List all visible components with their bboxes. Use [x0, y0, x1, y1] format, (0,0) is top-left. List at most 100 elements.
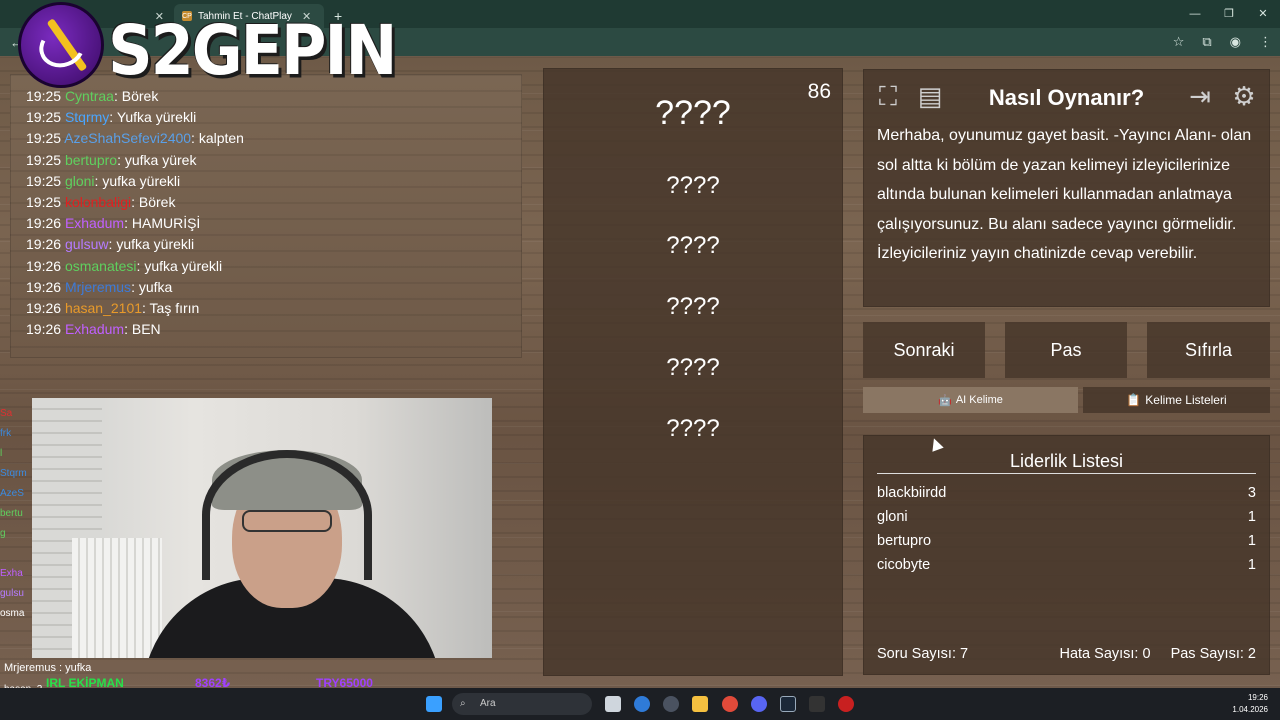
- radiator: [72, 538, 162, 658]
- pass-count: Pas Sayısı: 2: [1170, 646, 1256, 662]
- clock-date: 1.04.2026: [1232, 705, 1268, 714]
- overlay-chat-entry: Sa: [0, 408, 13, 419]
- star-icon[interactable]: ☆: [1173, 34, 1185, 50]
- taskbar-clock[interactable]: 19:26 1.04.2026: [1232, 692, 1268, 716]
- chat-text: yufka yürek: [124, 151, 197, 168]
- chat-separator: :: [131, 193, 139, 210]
- main-hidden-word: ????: [655, 94, 731, 132]
- app-icon[interactable]: [634, 696, 650, 712]
- chat-time: 19:25: [26, 193, 62, 210]
- chat-message: 19:25 bertupro: yufka yürek: [26, 150, 244, 171]
- list-icon: 📋: [1126, 393, 1142, 407]
- word-lists-button[interactable]: 📋 Kelime Listeleri: [1083, 387, 1270, 413]
- player-score: 3: [1247, 485, 1256, 501]
- extensions-icon[interactable]: ⧉: [1202, 34, 1211, 50]
- gear-icon[interactable]: ⚙: [1227, 79, 1261, 113]
- leaderboard-row: blackbiirdd 3: [877, 485, 1256, 501]
- chat-text: kalpten: [198, 130, 244, 147]
- overlay-chat-entry: g: [0, 528, 6, 539]
- overlay-bottom: Mrjeremus : yufka hasan_2 IRL EKİPMAN 83…: [0, 662, 400, 695]
- chat-separator: :: [124, 215, 132, 232]
- chat-time: 19:25: [26, 88, 62, 104]
- chat-panel: 19:25 Cyntraa: Börek 19:25 Stqrmy: Yufka …: [10, 74, 522, 358]
- file-explorer-icon[interactable]: [692, 696, 708, 712]
- chat-message: 19:25 Stqrmy: Yufka yürekli: [26, 107, 244, 128]
- glasses: [242, 510, 332, 532]
- overlay-chat-entry: gulsu: [0, 588, 24, 599]
- chat-username[interactable]: gulsuw: [65, 236, 109, 252]
- chat-username[interactable]: Exhadum: [65, 215, 124, 231]
- leaderboard-title: Liderlik Listesi: [1009, 451, 1124, 471]
- how-to-play-panel: ⛶ ▤ Nasıl Oynanır? ⇥ ⚙ Merhaba, oyunumuz…: [863, 69, 1270, 307]
- chat-text: BEN: [131, 321, 161, 338]
- chat-username[interactable]: Stqrmy: [65, 109, 109, 125]
- overlay-chat-entry: l: [0, 448, 3, 459]
- taskbar-search[interactable]: ⌕ Ara: [452, 693, 592, 715]
- streamer-logo-badge: [18, 2, 104, 88]
- overlay-chat-entry: [0, 548, 32, 568]
- leaderboard-row: gloni 1: [877, 509, 1256, 525]
- pass-button[interactable]: Pas: [1005, 322, 1127, 378]
- search-icon: ⌕: [460, 698, 466, 709]
- windows-start-icon[interactable]: [426, 696, 442, 712]
- chat-separator: :: [191, 130, 199, 147]
- chat-separator: :: [131, 278, 139, 295]
- chat-separator: :: [109, 109, 117, 126]
- chat-time: 19:25: [26, 109, 62, 126]
- streamer-logo-text: S2GEPIN: [108, 10, 397, 91]
- window-controls: — ❐ ✕: [1178, 0, 1280, 28]
- chat-time: 19:25: [26, 151, 62, 168]
- chat-username[interactable]: hasan_2101: [65, 300, 142, 316]
- chat-time: 19:26: [26, 299, 62, 316]
- chrome-icon[interactable]: [722, 696, 738, 712]
- chat-username[interactable]: Cyntraa: [65, 88, 114, 104]
- reset-button[interactable]: Sıfırla: [1147, 322, 1270, 378]
- chat-username[interactable]: Mrjeremus: [65, 279, 131, 295]
- game-stats: Soru Sayısı: 7 Hata Sayısı: 0 Pas Sayısı…: [877, 646, 1256, 662]
- forbidden-word: ????: [666, 415, 720, 442]
- maximize-button[interactable]: ❐: [1212, 0, 1246, 28]
- player-name: gloni: [877, 509, 908, 525]
- chat-text: yufka yürekli: [144, 257, 223, 274]
- overlay-chat-entry: bertu: [0, 508, 23, 519]
- overlay-side-chat: Sa frk l Stqrm AzeS bertu g Exha gulsu osma: [0, 408, 32, 688]
- overlay-chat-entry: frk: [0, 428, 12, 439]
- chat-text: Yufka yürekli: [116, 109, 197, 126]
- how-to-play-text: Merhaba, oyunumuz gayet basit. -Yayıncı …: [877, 127, 1252, 262]
- task-view-icon[interactable]: [605, 696, 621, 712]
- ai-word-button[interactable]: 🤖 AI Kelime: [863, 387, 1078, 413]
- discord-icon[interactable]: [751, 696, 767, 712]
- chat-username[interactable]: AzeShahSefevi2400: [64, 130, 191, 146]
- steam-icon[interactable]: [780, 696, 796, 712]
- chat-username[interactable]: gloni: [65, 173, 95, 189]
- chat-message: 19:26 Exhadum: BEN: [26, 319, 244, 340]
- chat-time: 19:26: [26, 257, 62, 274]
- chat-username[interactable]: bertupro: [65, 152, 117, 168]
- close-window-button[interactable]: ✕: [1246, 0, 1280, 28]
- chat-text: yufka yürekli: [102, 172, 181, 189]
- chat-time: 19:25: [26, 130, 62, 147]
- overlay-chat-entry: Stqrm: [0, 468, 27, 479]
- minimize-button[interactable]: —: [1178, 0, 1212, 28]
- overlay-chat-entry: AzeS: [0, 488, 24, 499]
- player-name: cicobyte: [877, 557, 931, 573]
- app-icon[interactable]: [663, 696, 679, 712]
- logout-icon[interactable]: ⇥: [1183, 79, 1217, 113]
- clock-time: 19:26: [1247, 693, 1268, 702]
- chat-message: 19:26 Mrjeremus: yufka: [26, 277, 244, 298]
- chat-text: yufka yürekli: [116, 236, 195, 253]
- profile-icon[interactable]: ◉: [1230, 34, 1241, 50]
- chat-username[interactable]: kolonbaligi: [65, 194, 131, 210]
- chat-separator: :: [117, 151, 125, 168]
- chat-message: 19:25 kolonbaligi: Börek: [26, 192, 244, 213]
- app-icon[interactable]: [809, 696, 825, 712]
- app-icon[interactable]: [838, 696, 854, 712]
- chat-separator: :: [142, 299, 150, 316]
- chat-username[interactable]: Exhadum: [65, 321, 124, 337]
- menu-icon[interactable]: ⋮: [1259, 34, 1272, 50]
- next-button[interactable]: Sonraki: [863, 322, 985, 378]
- leaderboard-panel: Liderlik Listesi blackbiirdd 3 gloni 1 b…: [863, 435, 1270, 675]
- chat-time: 19:26: [26, 321, 62, 338]
- chat-username[interactable]: osmanatesi: [65, 258, 137, 274]
- word-panel: 86 ???? ???? ???? ???? ???? ????: [543, 68, 843, 676]
